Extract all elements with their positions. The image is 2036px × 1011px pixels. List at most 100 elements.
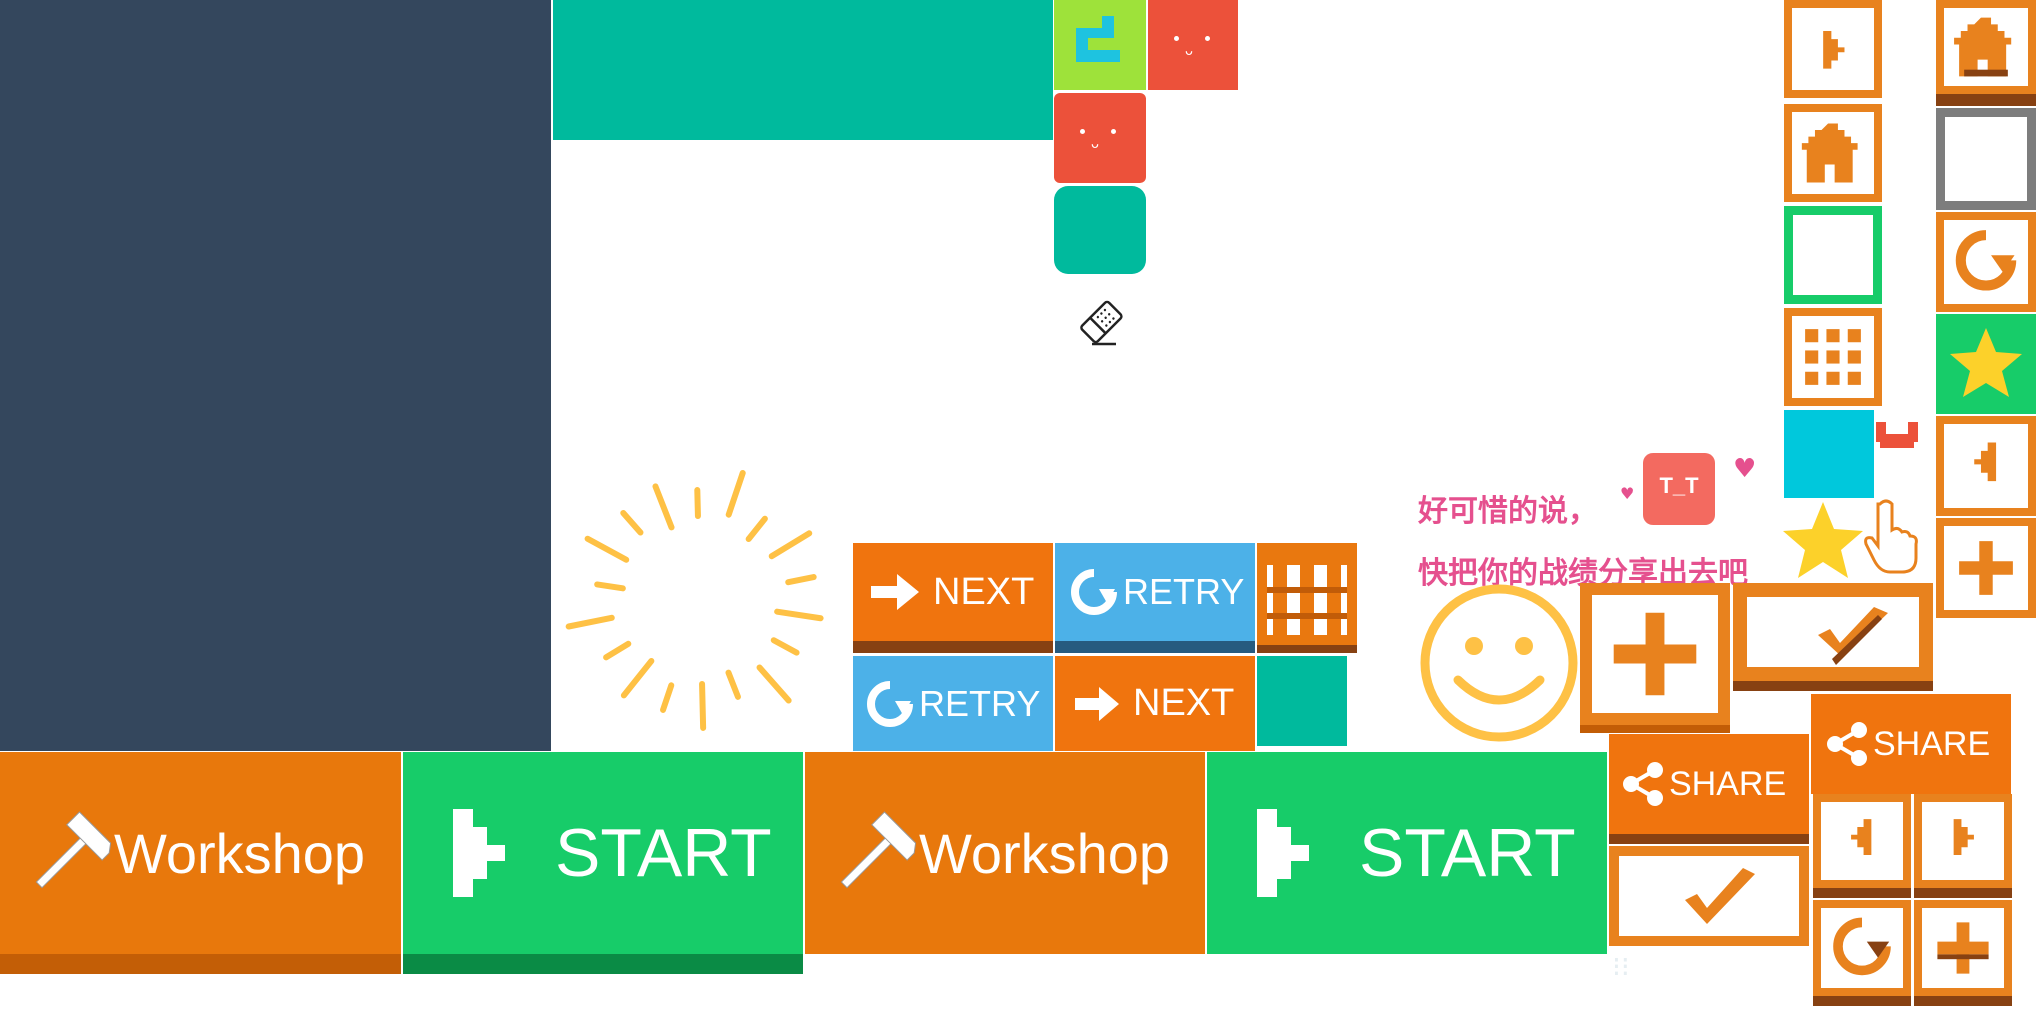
sad-face-text: T_T — [1659, 473, 1699, 498]
sun-ray — [774, 608, 824, 622]
sun-ray — [770, 637, 800, 656]
hammer-icon — [840, 811, 917, 889]
share-label: SHARE — [1873, 724, 1991, 763]
next-button-1[interactable]: NEXT — [853, 543, 1053, 653]
face-eyes — [1080, 129, 1116, 137]
retry-icon — [1955, 230, 2017, 291]
retry-tile[interactable] — [1936, 212, 2036, 312]
pointer-hand-icon — [1862, 498, 1918, 574]
footprints-icon: ⁝⁝ — [1612, 950, 1630, 983]
workshop-button-1[interactable]: Workshop — [0, 752, 401, 974]
message-line-1: 好可惜的说， — [1418, 494, 1598, 529]
share-button-2[interactable]: SHARE — [1811, 694, 2011, 794]
sun-ray — [785, 574, 817, 586]
gray-frame-tile[interactable] — [1936, 108, 2036, 210]
puzzle-icon — [1076, 16, 1120, 62]
check-icon — [1685, 868, 1755, 924]
plus-button-large[interactable] — [1580, 583, 1730, 733]
star-icon — [1780, 500, 1866, 580]
plus-tile-2[interactable] — [1914, 900, 2012, 1006]
green-frame-tile[interactable] — [1784, 206, 1882, 304]
teal-square-tile[interactable] — [1257, 656, 1347, 746]
star-icon — [1950, 328, 2022, 397]
start-button-2[interactable]: START — [1207, 752, 1607, 954]
sun-ray — [699, 680, 707, 731]
teal-bar — [553, 0, 1053, 140]
red-cup-icon — [1874, 418, 1920, 454]
retry-icon — [1833, 917, 1891, 976]
sunburst-icon — [550, 450, 850, 750]
share-icon — [1827, 722, 1867, 766]
sun-ray — [725, 669, 741, 700]
lime-tile[interactable] — [1054, 0, 1146, 90]
face-mouth: ᴗ — [1185, 44, 1193, 59]
plus-tile[interactable] — [1936, 518, 2036, 618]
sun-ray — [745, 515, 768, 543]
face-mouth: ᴗ — [1091, 137, 1099, 152]
check-button-2[interactable] — [1609, 846, 1809, 946]
retry-button-1[interactable]: RETRY — [1055, 543, 1255, 653]
back-icon — [1974, 442, 1997, 482]
sun-ray — [768, 530, 813, 560]
share-icon — [1623, 762, 1663, 806]
sun-ray — [756, 664, 792, 704]
face-eyes — [1174, 36, 1210, 44]
sad-face-tile[interactable]: T_T — [1643, 453, 1715, 525]
workshop-label: Workshop — [114, 821, 366, 885]
start-button-1[interactable]: START — [403, 752, 803, 974]
retry-tile-2[interactable] — [1813, 900, 1911, 1006]
back-tile-2[interactable] — [1813, 794, 1911, 898]
sun-ray — [620, 657, 655, 699]
eraser-icon[interactable] — [1070, 292, 1130, 352]
red-face-tile-2[interactable]: ᴗ — [1054, 93, 1146, 183]
sun-ray — [565, 614, 615, 630]
hammer-icon — [35, 811, 112, 889]
play-icon — [453, 809, 505, 897]
home-icon — [1954, 17, 2012, 77]
sun-ray — [603, 640, 632, 661]
sun-ray — [620, 509, 644, 536]
next-label: NEXT — [933, 570, 1035, 613]
workshop-button-2[interactable]: Workshop — [805, 752, 1205, 954]
level-grid-tile[interactable] — [1257, 543, 1357, 653]
back-tile[interactable] — [1936, 416, 2036, 516]
home-tile[interactable] — [1784, 104, 1882, 202]
retry-icon — [867, 680, 913, 727]
grid-icon — [1805, 329, 1861, 385]
level-select-tile[interactable] — [1784, 308, 1882, 406]
play-icon — [1953, 819, 1974, 856]
sun-ray — [725, 469, 746, 518]
next-button-2[interactable]: NEXT — [1055, 656, 1255, 751]
retry-button-2[interactable]: RETRY — [853, 656, 1053, 751]
share-button-1[interactable]: SHARE — [1609, 734, 1809, 844]
arrow-right-icon — [1075, 686, 1119, 721]
workshop-label: Workshop — [919, 821, 1171, 885]
plus-icon — [1613, 612, 1697, 696]
gate-icon — [1267, 553, 1347, 635]
sun-ray — [694, 487, 701, 520]
teal-rounded-tile[interactable] — [1054, 186, 1146, 274]
plus-icon — [1959, 541, 2013, 595]
retry-icon — [1071, 569, 1117, 615]
next-label: NEXT — [1133, 682, 1235, 724]
home-tile-2[interactable] — [1936, 0, 2036, 106]
start-label: START — [555, 815, 772, 891]
red-face-tile-1[interactable]: ᴗ — [1148, 0, 1238, 90]
sun-ray — [584, 535, 630, 563]
smiley-icon — [1418, 582, 1580, 744]
play-tile-orange[interactable] — [1784, 0, 1882, 98]
plus-icon — [1937, 922, 1989, 974]
start-label: START — [1359, 815, 1576, 891]
play-icon — [1257, 809, 1309, 897]
dark-panel — [0, 0, 551, 751]
play-tile-2[interactable] — [1914, 794, 2012, 898]
share-label: SHARE — [1669, 764, 1787, 803]
home-icon — [1801, 123, 1858, 183]
back-icon — [1851, 819, 1872, 856]
sun-ray — [594, 581, 626, 592]
retry-label: RETRY — [1123, 571, 1245, 612]
star-tile[interactable] — [1936, 314, 2036, 414]
cyan-tile[interactable] — [1784, 410, 1874, 498]
sun-ray — [652, 483, 675, 531]
check-button-1[interactable] — [1733, 583, 1933, 691]
